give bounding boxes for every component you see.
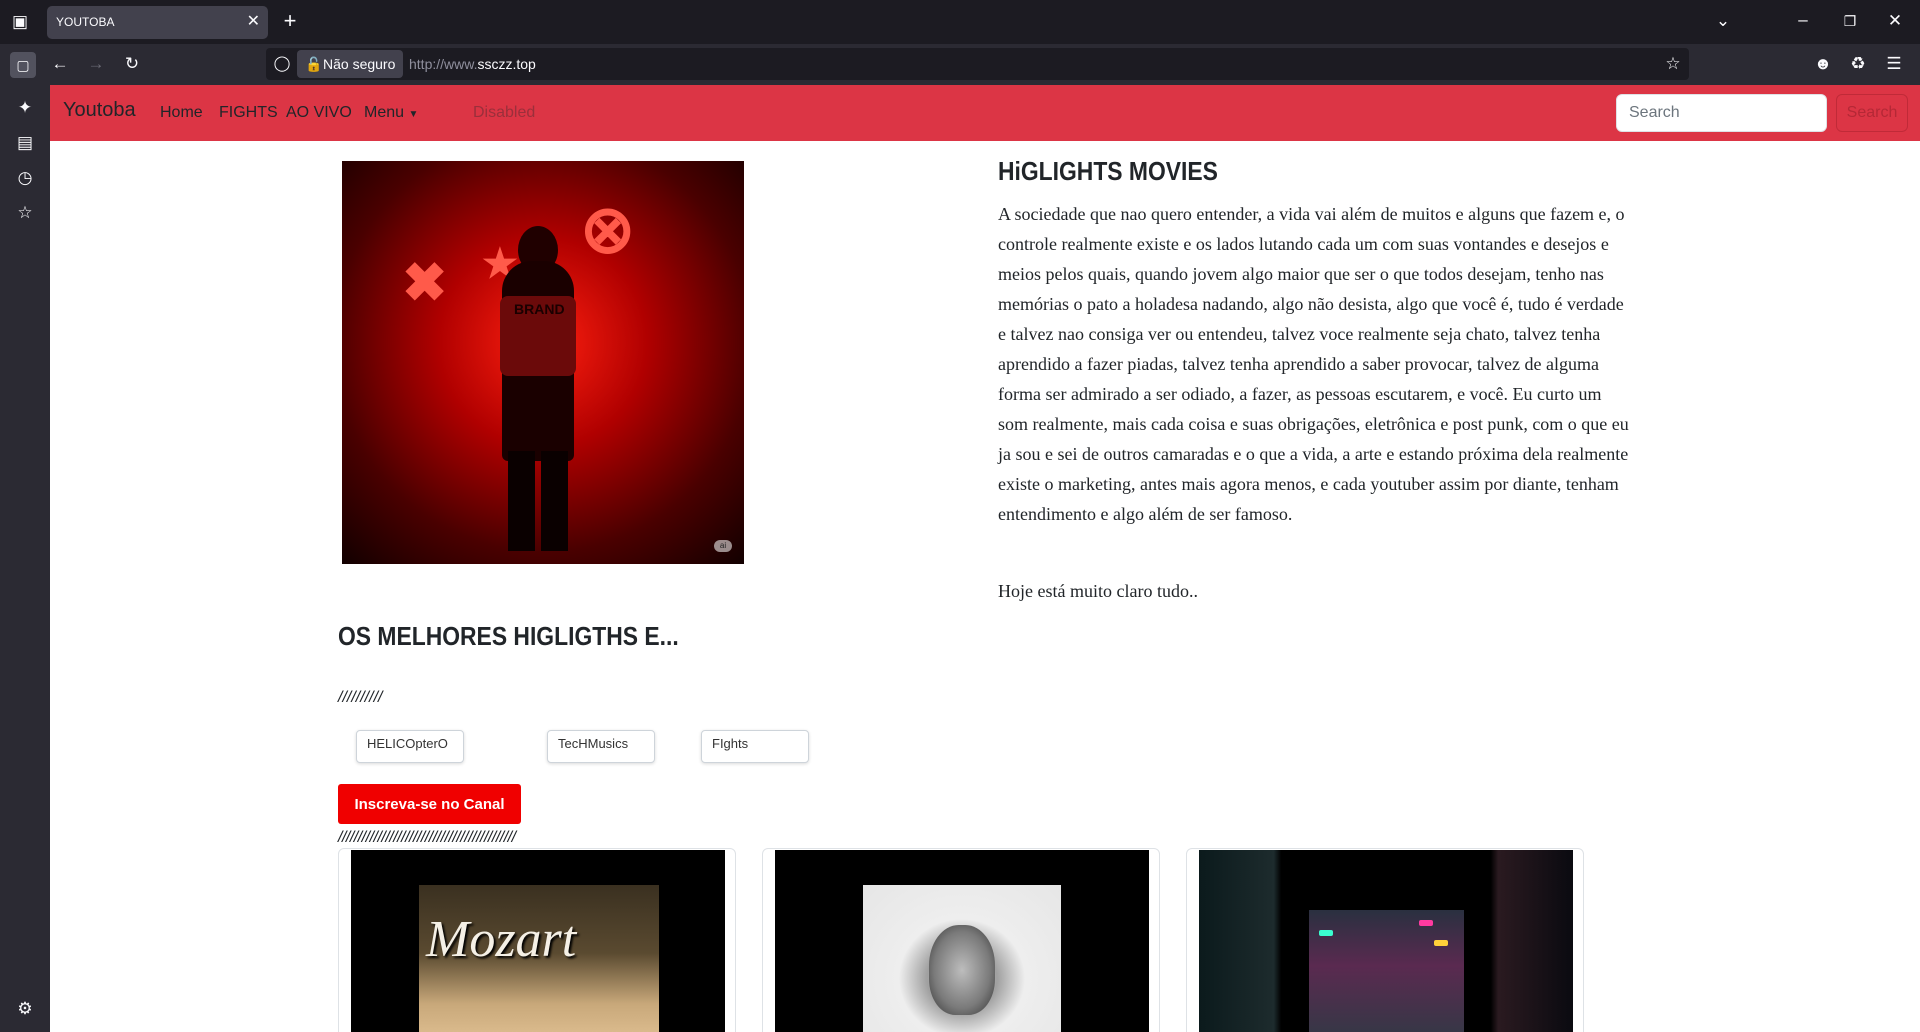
minimize-icon[interactable]: – [1793, 10, 1813, 30]
neon-city-scene [1309, 910, 1464, 1032]
nav-ao-vivo[interactable]: AO VIVO [286, 104, 352, 122]
shield-icon[interactable]: ◯ [272, 54, 292, 74]
close-window-icon[interactable]: ✕ [1885, 11, 1905, 31]
hero-image: ✖ ★ ⊗ BRAND ai [342, 161, 744, 564]
site-brand[interactable]: Youtoba [63, 99, 136, 122]
figure-legs [508, 451, 568, 551]
sidebar-toggle-icon[interactable]: ▢ [10, 52, 36, 78]
search-button[interactable]: Search [1836, 94, 1908, 132]
account-icon[interactable]: ☻ [1813, 54, 1833, 74]
close-tab-icon[interactable]: ✕ [247, 12, 260, 32]
nav-menu-label: Menu [364, 104, 405, 121]
forward-icon[interactable]: → [86, 54, 106, 74]
bookmark-star-icon[interactable]: ☆ [1663, 54, 1683, 74]
browser-tab-bar: ▣ YOUTOBA ✕ + ⌄ – ❐ ✕ [0, 0, 1920, 44]
extensions-icon[interactable]: ♻ [1848, 54, 1868, 74]
shirt-text: BRAND [514, 301, 565, 317]
video-thumbnail[interactable] [1199, 850, 1573, 1032]
section-title: OS MELHORES HIGLIGTHS E... [338, 621, 679, 651]
hero-title: HiGLIGHTS MOVIES [998, 156, 1218, 186]
synced-tabs-icon[interactable]: ▤ [0, 133, 50, 153]
caret-down-icon: ▼ [408, 109, 419, 120]
neon-sign [1419, 920, 1433, 926]
url-domain: ssczz.top [477, 56, 536, 72]
tab-overview-icon[interactable]: ▣ [10, 12, 30, 32]
reload-icon[interactable]: ↻ [122, 54, 142, 74]
ai-chatbot-icon[interactable]: ✦ [0, 98, 50, 118]
browser-toolbar: ▢ ← → ↻ ◯ 🔓 Não seguro http://www.ssczz.… [0, 44, 1920, 85]
site-navbar: Youtoba Home FIGHTS AO VIVO Menu ▼ Disab… [50, 85, 1920, 141]
tag-fights[interactable]: FIghts [701, 730, 809, 763]
hero-paragraph-2: Hoje está muito claro tudo.. [998, 581, 1198, 601]
neon-sign [1319, 930, 1333, 936]
nav-fights[interactable]: FIGHTS [219, 104, 278, 122]
thumbnail-title: Mozart [426, 911, 577, 968]
browser-tab[interactable]: YOUTOBA ✕ [47, 6, 268, 39]
tab-title: YOUTOBA [56, 15, 115, 29]
nav-menu-dropdown[interactable]: Menu ▼ [364, 104, 418, 122]
back-icon[interactable]: ← [50, 54, 70, 74]
divider-text-2: ////////////////////////////////////////… [338, 829, 516, 846]
hero-paragraph: A sociedade que nao quero entender, a vi… [998, 204, 1629, 524]
graffiti-symbol: ⊗ [580, 192, 636, 266]
restore-icon[interactable]: ❐ [1840, 11, 1860, 31]
security-label: Não seguro [323, 56, 396, 72]
subscribe-button[interactable]: Inscreva-se no Canal [338, 784, 521, 824]
app-menu-icon[interactable]: ☰ [1884, 54, 1904, 74]
lock-icon: 🔓 [305, 56, 323, 72]
nav-home[interactable]: Home [160, 104, 203, 122]
video-card[interactable] [1186, 848, 1584, 1032]
browser-sidebar: ✦ ▤ ◷ ☆ ⚙ [0, 85, 50, 1032]
new-tab-icon[interactable]: + [280, 10, 300, 32]
security-indicator[interactable]: 🔓 Não seguro [297, 50, 404, 78]
graffiti-symbol: ✖ [402, 253, 448, 313]
divider-text: ////////// [338, 689, 383, 706]
bookmarks-icon[interactable]: ☆ [0, 203, 50, 223]
video-card[interactable] [762, 848, 1160, 1032]
url-prefix: http://www. [409, 56, 478, 72]
tab-list-icon[interactable]: ⌄ [1713, 11, 1733, 31]
history-icon[interactable]: ◷ [0, 168, 50, 188]
ai-badge: ai [714, 540, 732, 552]
video-thumbnail[interactable] [775, 850, 1149, 1032]
wagner-portrait [863, 885, 1061, 1032]
video-thumbnail[interactable]: Mozart [351, 850, 725, 1032]
url-text[interactable]: http://www.ssczz.top [409, 56, 536, 72]
web-page: Youtoba Home FIGHTS AO VIVO Menu ▼ Disab… [50, 85, 1920, 1032]
neon-sign [1434, 940, 1448, 946]
portrait-face [929, 925, 995, 1015]
search-input[interactable] [1616, 94, 1827, 132]
tag-techmusics[interactable]: TecHMusics [547, 730, 655, 763]
neon-city-image [1199, 850, 1573, 1032]
settings-gear-icon[interactable]: ⚙ [0, 999, 50, 1019]
video-card[interactable]: Mozart [338, 848, 736, 1032]
nav-disabled: Disabled [473, 104, 536, 121]
tag-helicoptero[interactable]: HELICOpterO [356, 730, 464, 763]
